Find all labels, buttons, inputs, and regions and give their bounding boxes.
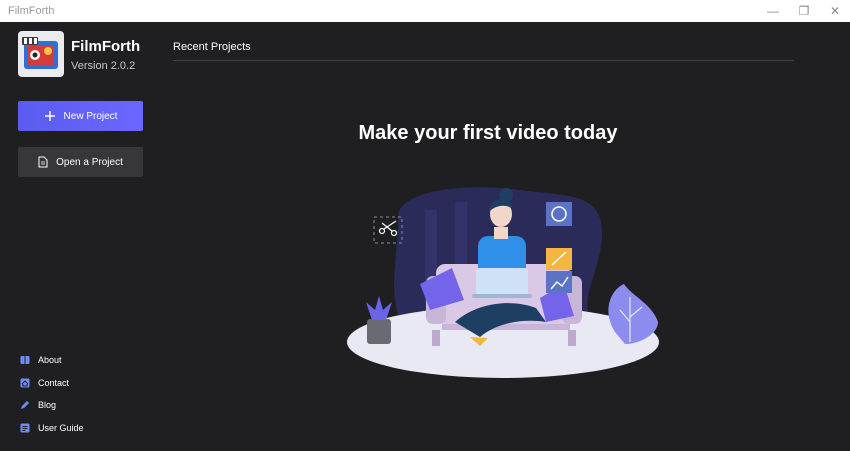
pen-icon: [20, 400, 30, 410]
app-version: Version 2.0.2: [71, 60, 136, 72]
contact-label: Contact: [38, 377, 70, 388]
main-window: FilmForth Version 2.0.2 New Project Open…: [0, 22, 850, 451]
open-project-button[interactable]: Open a Project: [18, 147, 143, 177]
contact-link[interactable]: Contact: [20, 372, 84, 395]
blog-link[interactable]: Blog: [20, 394, 84, 417]
close-button[interactable]: ✕: [820, 0, 850, 22]
book-icon: [20, 355, 30, 365]
about-label: About: [38, 355, 62, 366]
app-name: FilmForth: [71, 38, 141, 55]
blog-label: Blog: [38, 400, 57, 411]
document-icon: [38, 156, 48, 168]
user-guide-link[interactable]: User Guide: [20, 417, 84, 440]
footer-links: About Contact Blog User Guide: [20, 349, 84, 439]
recent-projects-heading: Recent Projects: [173, 41, 251, 53]
open-project-label: Open a Project: [56, 156, 123, 168]
home-icon: [20, 378, 30, 388]
empty-state-headline: Make your first video today: [358, 122, 618, 144]
plus-icon: [44, 110, 56, 122]
restore-button[interactable]: ❐: [789, 0, 819, 22]
user-guide-label: User Guide: [38, 422, 84, 433]
empty-state-illustration: [340, 172, 680, 392]
new-project-label: New Project: [63, 110, 118, 122]
title-bar: FilmForth — ❐ ✕: [0, 0, 850, 22]
about-link[interactable]: About: [20, 349, 84, 372]
app-logo: [18, 31, 64, 77]
window-title: FilmForth: [8, 5, 55, 17]
section-divider: [173, 60, 794, 61]
guide-icon: [20, 423, 30, 433]
new-project-button[interactable]: New Project: [18, 101, 143, 131]
minimize-button[interactable]: —: [758, 0, 788, 22]
